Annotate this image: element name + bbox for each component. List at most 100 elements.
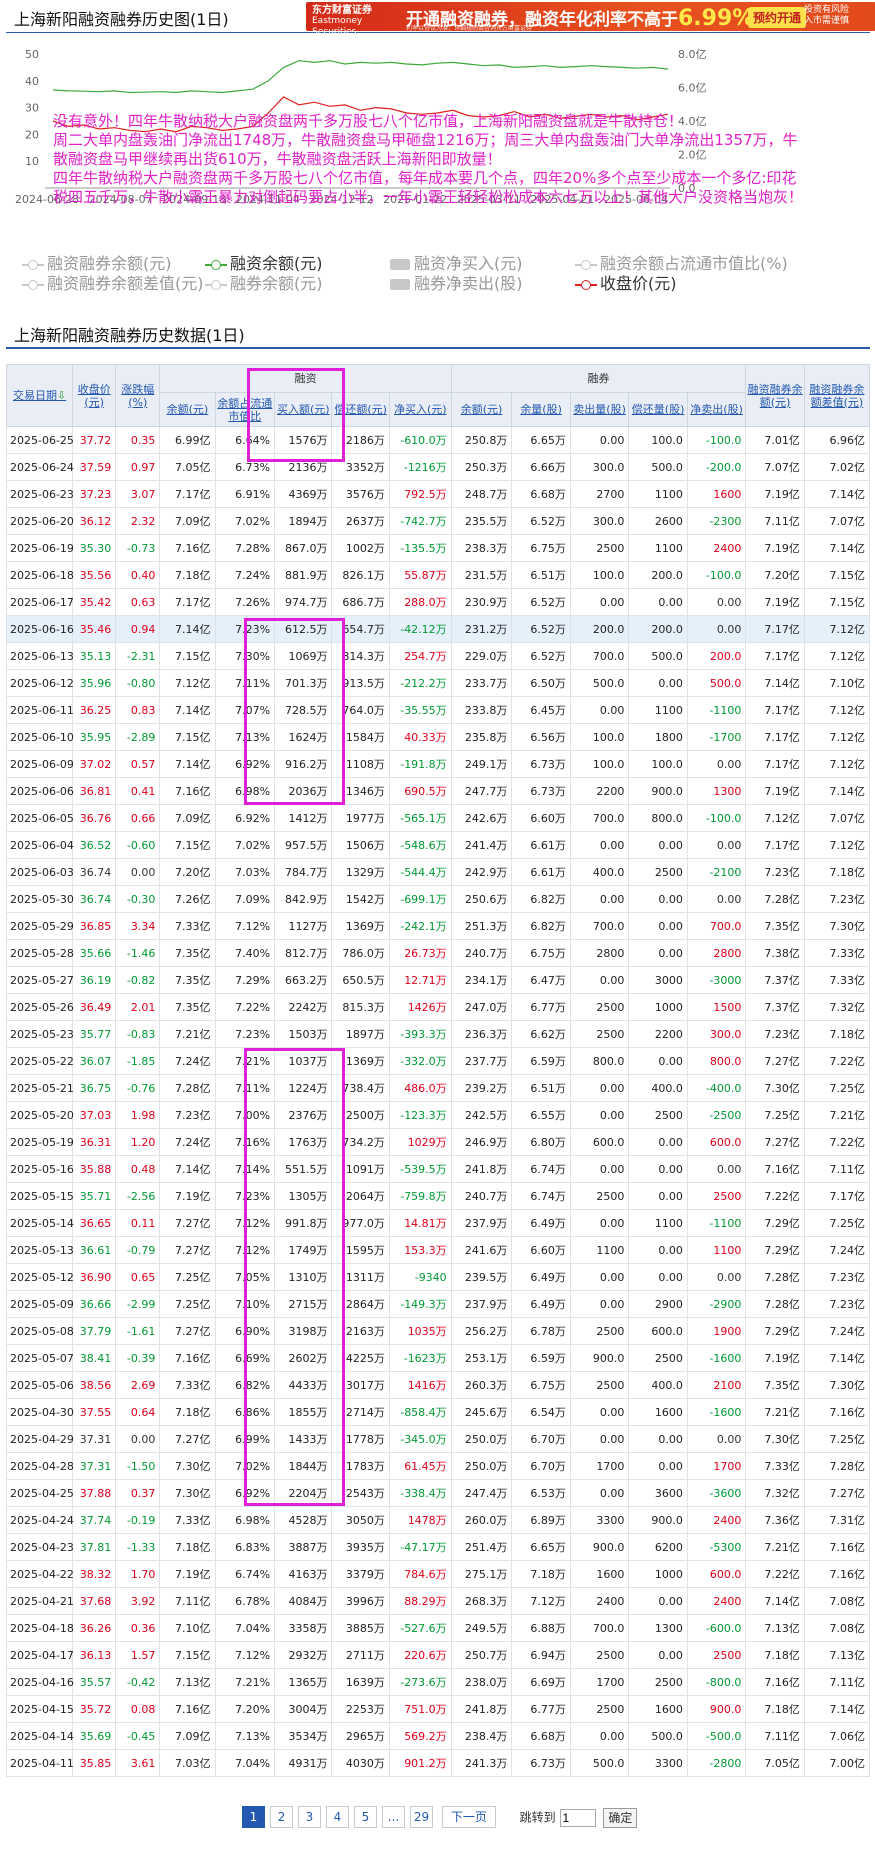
table-cell: 4433万 <box>274 1371 333 1399</box>
page-link[interactable]: 5 <box>354 1806 377 1828</box>
table-cell: 2136万 <box>274 453 333 481</box>
table-cell: 3600 <box>628 1479 688 1507</box>
table-cell: -1.33 <box>115 1533 161 1561</box>
table-cell: 254.7万 <box>388 642 452 670</box>
legend-item[interactable]: 融券净卖出(股) <box>390 270 523 294</box>
page-link[interactable]: 4 <box>326 1806 349 1828</box>
table-cell: 6.73万 <box>511 750 571 778</box>
table-cell: 1108万 <box>331 750 390 778</box>
table-cell: 3534万 <box>274 1722 333 1750</box>
col-rq-volume[interactable]: 余量(股) <box>511 392 571 427</box>
col-rz-balance[interactable]: 余额(元) <box>159 392 216 427</box>
table-cell: -539.5万 <box>388 1155 452 1183</box>
table-cell: 1783万 <box>331 1452 390 1480</box>
table-cell: 7.35亿 <box>159 966 216 994</box>
ad-banner[interactable]: 东方财富证券 Eastmoney Securities 开通融资融券，融资年化利… <box>306 2 875 37</box>
page-link[interactable]: 3 <box>298 1806 321 1828</box>
table-cell: 1346万 <box>331 777 390 805</box>
table-cell: 7.16亿 <box>159 534 216 562</box>
table-cell: 6.77万 <box>511 1695 571 1723</box>
col-rq-balance[interactable]: 余额(元) <box>450 392 513 427</box>
table-cell: 900.0 <box>628 1506 688 1534</box>
jump-page-input[interactable] <box>559 1808 596 1827</box>
col-balance-diff[interactable]: 融资融券余额差值(元) <box>803 364 871 427</box>
table-cell: 36.81 <box>72 777 117 805</box>
table-cell: 3004万 <box>274 1695 333 1723</box>
table-cell: 35.30 <box>72 534 117 562</box>
table-cell: 249.5万 <box>450 1614 513 1642</box>
table-cell: 7.05% <box>214 1263 276 1291</box>
table-cell: 7.30亿 <box>159 1479 216 1507</box>
table-cell: 6.51万 <box>511 561 571 589</box>
table-cell: 7.22亿 <box>745 1560 805 1588</box>
table-cell: 6.92% <box>214 750 276 778</box>
table-cell: 7.24亿 <box>159 1128 216 1156</box>
col-rq-sell[interactable]: 卖出量(股) <box>569 392 630 427</box>
table-cell: 1100 <box>628 696 688 724</box>
table-cell: 100.0 <box>569 561 630 589</box>
table-cell: 2025-05-20 <box>5 1101 74 1129</box>
col-close[interactable]: 收盘价(元) <box>72 364 117 427</box>
col-rq-net[interactable]: 净卖出(股) <box>686 392 747 427</box>
table-cell: -5300 <box>686 1533 747 1561</box>
col-change[interactable]: 涨跌幅(%) <box>115 364 161 427</box>
table-cell: 6.92% <box>214 1479 276 1507</box>
legend-item[interactable]: 收盘价(元) <box>575 270 677 294</box>
overlay-line-1: 没有意外！四年牛散纳税大户融资盘两千多万股七八个亿市值，上海新阳融资盘就是牛散持… <box>53 112 684 130</box>
table-cell: 37.31 <box>72 1452 117 1480</box>
next-page-button[interactable]: 下一页 <box>441 1806 496 1828</box>
table-cell: 2500 <box>569 1317 630 1345</box>
col-rz-ratio[interactable]: 余额占流通市值比 <box>214 392 276 427</box>
table-cell: -135.5万 <box>388 534 452 562</box>
table-cell: 6.49万 <box>511 1209 571 1237</box>
table-cell: -1.46 <box>115 939 161 967</box>
table-cell: 7.12亿 <box>803 642 871 670</box>
col-total-balance[interactable]: 融资融券余额(元) <box>745 364 805 427</box>
ad-rate: 6.99% <box>678 6 755 31</box>
table-cell: 2500万 <box>331 1101 390 1129</box>
table-cell: 654.7万 <box>331 615 390 643</box>
col-rz-buy[interactable]: 买入额(元) <box>274 392 333 427</box>
table-cell: 2025-05-13 <box>5 1236 74 1264</box>
table-cell: 3.61 <box>115 1749 161 1777</box>
table-cell: 3.34 <box>115 912 161 940</box>
table-cell: 7.06亿 <box>803 1722 871 1750</box>
table-cell: 6.49万 <box>511 1263 571 1291</box>
col-rz-repay[interactable]: 偿还额(元) <box>331 392 390 427</box>
table-cell: 500.0 <box>628 642 688 670</box>
table-cell: 7.27亿 <box>803 1479 871 1507</box>
table-cell: 2025-06-11 <box>5 696 74 724</box>
table-cell: 7.02% <box>214 831 276 859</box>
table-cell: 1.20 <box>115 1128 161 1156</box>
table-cell: 1624万 <box>274 723 333 751</box>
table-cell: -338.4万 <box>388 1479 452 1507</box>
table-cell: 0.08 <box>115 1695 161 1723</box>
table-cell: 738.4万 <box>331 1074 390 1102</box>
page-link[interactable]: 1 <box>242 1806 265 1828</box>
col-rq-repay[interactable]: 偿还量(股) <box>628 392 688 427</box>
table-cell: 2025-05-19 <box>5 1128 74 1156</box>
table-cell: 7.12亿 <box>803 831 871 859</box>
table-cell: 6.50万 <box>511 669 571 697</box>
table-cell: 1503万 <box>274 1020 333 1048</box>
table-cell: -400.0 <box>686 1074 747 1102</box>
table-cell: 0.35 <box>115 426 161 454</box>
table-cell: -42.12万 <box>388 615 452 643</box>
table-cell: 36.85 <box>72 912 117 940</box>
table-cell: -2300 <box>686 507 747 535</box>
table-cell: 2253万 <box>331 1695 390 1723</box>
legend-item[interactable]: 融券余额(元) <box>205 270 323 294</box>
col-rz-net[interactable]: 净买入(元) <box>388 392 452 427</box>
table-cell: 7.25亿 <box>745 1101 805 1129</box>
page-link[interactable]: 2 <box>270 1806 293 1828</box>
ad-open-button[interactable]: 预约开通 <box>748 7 807 28</box>
jump-control: 跳转到 确定 <box>520 1807 638 1828</box>
table-cell: 250.8万 <box>450 426 513 454</box>
legend-item[interactable]: 融资融券余额差值(元) <box>22 270 204 294</box>
page-link[interactable]: 29 <box>410 1806 433 1828</box>
col-date[interactable]: 交易日期⇩ <box>5 364 74 427</box>
jump-go-button[interactable]: 确定 <box>603 1807 638 1828</box>
table-cell: 7.35亿 <box>159 993 216 1021</box>
table-cell: 6.53万 <box>511 1479 571 1507</box>
table-cell: 0.00 <box>686 1263 747 1291</box>
